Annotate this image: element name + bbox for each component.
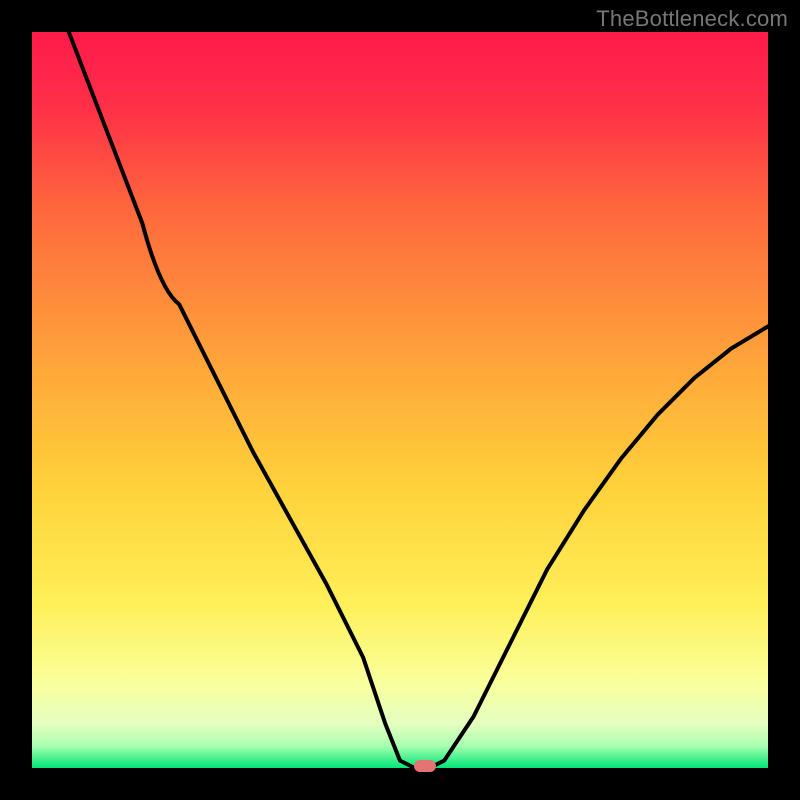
bottleneck-chart: [0, 0, 800, 800]
attribution-text: TheBottleneck.com: [596, 6, 788, 32]
plot-background: [32, 32, 768, 768]
chart-container: TheBottleneck.com: [0, 0, 800, 800]
optimal-marker: [414, 760, 436, 772]
